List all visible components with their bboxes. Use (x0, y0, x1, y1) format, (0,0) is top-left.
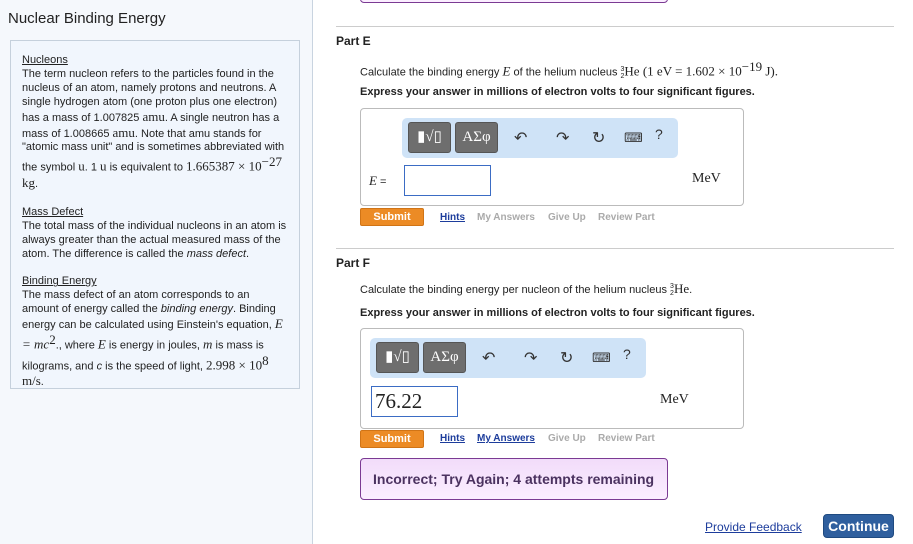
part-f-title: Part F (336, 256, 371, 270)
math: He (673, 281, 690, 296)
part-e-answer-box: ▮√▯ ΑΣφ ↶ ↷ ↻ ⌨ ? E = MeV (360, 108, 744, 206)
undo-icon[interactable]: ↶ (514, 128, 527, 148)
math: E (97, 336, 106, 352)
undo-icon[interactable]: ↶ (482, 348, 495, 368)
text: Calculate the binding energy per nucleon… (360, 284, 671, 296)
math-toolbar: ▮√▯ ΑΣφ ↶ ↷ ↻ ⌨ ? (370, 338, 646, 378)
math: (1 eV = 1.602 × 10 (639, 63, 742, 79)
part-f-question: Calculate the binding energy per nucleon… (360, 281, 692, 297)
provide-feedback-link[interactable]: Provide Feedback (705, 520, 802, 534)
math: amu (142, 108, 165, 124)
math: J). (762, 63, 778, 79)
math: He (624, 63, 640, 79)
part-f-instructions: Express your answer in millions of elect… (360, 307, 755, 319)
text: is the speed of light, (102, 360, 207, 373)
submit-button[interactable]: Submit (360, 430, 424, 448)
review-part-link[interactable]: Review Part (598, 433, 655, 444)
unit-label: MeV (692, 171, 721, 186)
text: . (689, 284, 693, 296)
math: E (369, 173, 377, 188)
help-icon[interactable]: ? (655, 126, 663, 142)
continue-button[interactable]: Continue (823, 514, 894, 538)
text: is equivalent to (106, 162, 187, 174)
part-f-answer-box: ▮√▯ ΑΣφ ↶ ↷ ↻ ⌨ ? 76.22 MeV (360, 328, 744, 429)
math: kg (22, 174, 35, 190)
math: −19 (741, 59, 763, 74)
part-f-answer-input[interactable]: 76.22 (371, 386, 458, 417)
section-binding-energy: Binding Energy The mass defect of an ato… (22, 275, 288, 390)
greek-button[interactable]: ΑΣφ (423, 342, 466, 373)
reset-icon[interactable]: ↻ (592, 128, 605, 148)
page-title: Nuclear Binding Energy (8, 10, 166, 27)
math: m/s (22, 373, 41, 389)
math: 2.998 × 10 (206, 357, 263, 373)
feedback-message: Incorrect; Try Again; 4 attempts remaini… (360, 458, 668, 500)
part-e-question: Calculate the binding energy E of the he… (360, 59, 778, 80)
redo-icon[interactable]: ↷ (524, 348, 537, 368)
math-toolbar: ▮√▯ ΑΣφ ↶ ↷ ↻ ⌨ ? (402, 118, 678, 158)
text: = (376, 176, 387, 188)
math: 8 (262, 352, 269, 368)
keyboard-icon[interactable]: ⌨ (624, 130, 643, 146)
info-box: Nucleons The term nucleon refers to the … (10, 40, 300, 389)
redo-icon[interactable]: ↷ (556, 128, 569, 148)
reset-icon[interactable]: ↻ (560, 348, 573, 368)
keyboard-icon[interactable]: ⌨ (592, 350, 611, 366)
text: . (35, 177, 39, 190)
section-nucleons: Nucleons The term nucleon refers to the … (22, 54, 288, 192)
help-icon[interactable]: ? (623, 346, 631, 362)
text: . (40, 376, 44, 389)
review-part-link[interactable]: Review Part (598, 212, 655, 223)
template-button[interactable]: ▮√▯ (376, 342, 419, 373)
template-button[interactable]: ▮√▯ (408, 122, 451, 153)
divider (336, 26, 894, 27)
greek-button[interactable]: ΑΣφ (455, 122, 498, 153)
text: ., where (55, 339, 98, 352)
heading-binding-energy: Binding Energy (22, 275, 97, 288)
my-answers-link[interactable]: My Answers (477, 433, 535, 444)
math: −27 (261, 154, 282, 170)
math: amu (112, 124, 135, 140)
emphasis: mass defect (186, 247, 247, 260)
part-e-instructions: Express your answer in millions of elect… (360, 86, 755, 98)
give-up-link[interactable]: Give Up (548, 212, 586, 223)
text: Calculate the binding energy (360, 66, 503, 79)
previous-feedback-box (360, 0, 668, 3)
give-up-link[interactable]: Give Up (548, 433, 586, 444)
heading-nucleons: Nucleons (22, 54, 68, 66)
emphasis: binding energy (160, 303, 233, 316)
unit-label: MeV (660, 392, 689, 407)
answer-label: E = (369, 173, 386, 189)
text: . (246, 247, 250, 260)
text: of the helium nucleus (510, 66, 621, 79)
text: is energy in joules, (105, 339, 204, 352)
divider (336, 248, 894, 249)
hints-link[interactable]: Hints (440, 212, 465, 223)
text: . 1 (84, 162, 101, 174)
heading-mass-defect: Mass Defect (22, 205, 84, 218)
submit-button[interactable]: Submit (360, 208, 424, 226)
part-e-title: Part E (336, 34, 371, 48)
my-answers-link[interactable]: My Answers (477, 212, 535, 223)
hints-link[interactable]: Hints (440, 433, 465, 444)
section-mass-defect: Mass Defect The total mass of the indivi… (22, 206, 288, 262)
part-e-answer-input[interactable] (404, 165, 491, 196)
math: 1.665387 × 10 (186, 159, 262, 174)
